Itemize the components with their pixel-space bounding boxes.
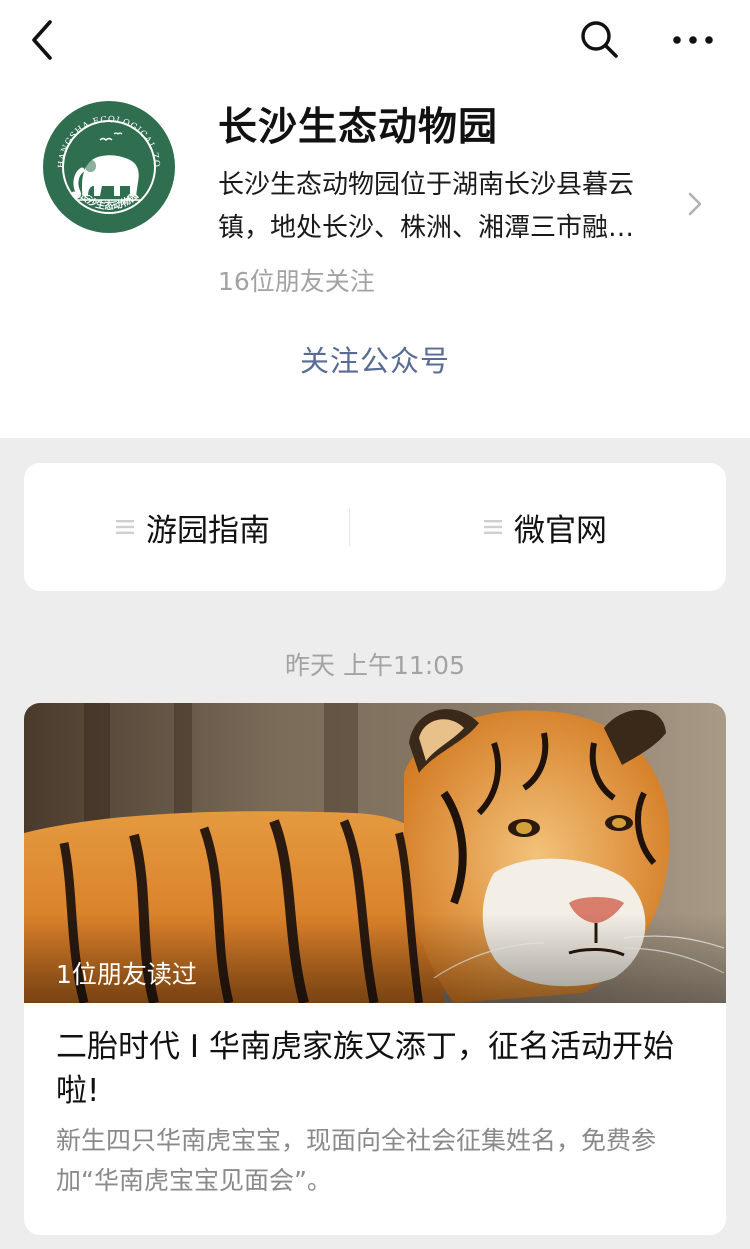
account-description-line: 长沙生态动物园位于湖南长沙县暮云 [218,170,635,200]
back-button[interactable] [24,16,64,64]
menu-item-guide[interactable]: 游园指南 [116,463,270,591]
account-name: 长沙生态动物园 [218,105,499,150]
article-title[interactable]: 二胎时代 I 华南虎家族又添丁，征名活动开始啦! [56,1025,696,1113]
search-button[interactable] [576,16,622,62]
account-description-line: 镇，地处长沙、株洲、湘潭三市融… [218,213,635,243]
chevron-right-icon[interactable] [686,190,704,218]
menu-item-label: 微官网 [514,512,607,549]
account-description[interactable]: 长沙生态动物园位于湖南长沙县暮云 镇，地处长沙、株洲、湘潭三市融… [218,164,678,250]
followers-count: 16位朋友关注 [218,267,375,296]
elephant-logo-icon: CHANGSHA ECOLOGICAL ZOO 长沙生态动物园 [38,93,175,233]
menu-item-label: 游园指南 [146,512,270,549]
ellipsis-icon [673,36,713,44]
menu-bar: 游园指南 微官网 [24,463,726,591]
nav-bar [0,0,750,80]
menu-lines-icon [116,520,134,534]
menu-lines-icon [484,520,502,534]
account-header: CHANGSHA ECOLOGICAL ZOO 长沙生态动物园 长沙生态动物园 … [0,0,750,438]
article-digest: 新生四只华南虎宝宝，现面向全社会征集姓名，免费参加“华南虎宝宝见面会”。 [56,1126,657,1195]
message-timestamp: 昨天 上午11:05 [285,651,465,680]
account-logo[interactable]: CHANGSHA ECOLOGICAL ZOO 长沙生态动物园 [38,93,176,234]
friends-read-badge: 1位朋友读过 [56,960,197,989]
chevron-left-icon [32,20,52,60]
menu-divider [349,508,350,546]
more-button[interactable] [666,20,720,60]
article-card[interactable]: 1位朋友读过 二胎时代 I 华南虎家族又添丁，征名活动开始啦! 新生四只华南虎宝… [24,703,726,1235]
menu-item-website[interactable]: 微官网 [484,463,607,591]
search-icon [581,21,618,58]
follow-button[interactable]: 关注公众号 [0,338,750,390]
